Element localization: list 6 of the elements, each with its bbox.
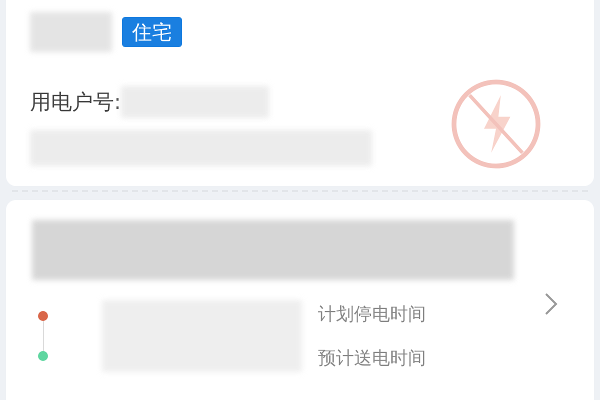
chevron-right-icon[interactable] — [544, 292, 558, 316]
time-label: 计划停电时间 — [318, 303, 426, 326]
account-number-label: 用电户号: — [30, 89, 122, 116]
time-label: 预计送电时间 — [318, 347, 426, 370]
type-tag: 住宅 — [122, 17, 182, 47]
outage-card[interactable]: 计划停电时间 预计送电时间 — [6, 200, 594, 400]
